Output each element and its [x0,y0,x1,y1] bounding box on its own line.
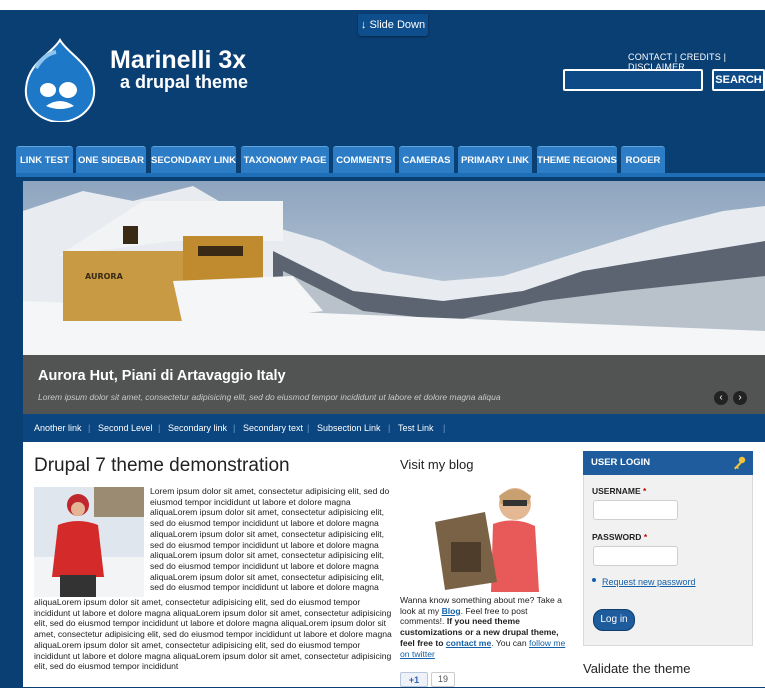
slide-down-button[interactable]: ↓ Slide Down [358,14,428,36]
blog-image [415,482,545,592]
secondary-nav: Another link | Second Level | Secondary … [23,414,765,442]
blog-block-text: Wanna know something about me? Take a lo… [400,595,568,659]
key-icon [734,456,746,470]
nav-tab-link-test[interactable]: LINK TEST [16,146,73,174]
subnav-separator: | [88,423,91,433]
top-link-contact[interactable]: CONTACT [628,52,672,62]
search-input[interactable] [563,69,703,91]
nav-tab-cameras[interactable]: CAMERAS [399,146,454,174]
login-button[interactable]: Log in [593,609,635,631]
user-login-header: USER LOGIN [583,451,753,475]
subnav-separator: | [307,423,310,433]
subnav-another-link[interactable]: Another link [34,423,82,433]
top-white-strip [0,0,765,10]
search-button[interactable]: SEARCH [712,69,765,91]
subnav-secondary-text[interactable]: Secondary text [243,423,303,433]
top-link-credits[interactable]: CREDITS [680,52,721,62]
plusone-count: 19 [431,672,455,687]
blog-link[interactable]: Blog [442,606,461,616]
hero-caption-text: Lorem ipsum dolor sit amet, consectetur … [38,392,501,402]
subnav-separator: | [233,423,236,433]
blog-block-title: Visit my blog [400,457,474,472]
subnav-separator: | [388,423,391,433]
password-field[interactable] [593,546,678,566]
subnav-secondary-link[interactable]: Secondary link [168,423,227,433]
blog-text-3: . You can [491,637,529,648]
hero-next-icon[interactable]: › [733,391,747,405]
hero-caption-bar [23,355,765,414]
hero-prev-icon[interactable]: ‹ [714,391,728,405]
subnav-test-link[interactable]: Test Link [398,423,434,433]
password-label: PASSWORD * [592,532,648,542]
plusone-button[interactable]: +1 [400,672,428,687]
subnav-separator: | [443,423,446,433]
nav-tab-comments[interactable]: COMMENTS [333,146,395,174]
nav-tab-roger[interactable]: ROGER [621,146,665,174]
nav-tab-taxonomy-page[interactable]: TAXONOMY PAGE [241,146,329,174]
username-label: USERNAME * [592,486,647,496]
request-password-link[interactable]: Request new password [602,577,696,587]
hero-caption-title: Aurora Hut, Piani di Artavaggio Italy [38,368,286,384]
nav-tab-theme-regions[interactable]: THEME REGIONS [537,146,617,174]
subnav-second-level[interactable]: Second Level [98,423,153,433]
nav-tab-secondary-link[interactable]: SECONDARY LINK [151,146,236,174]
nav-tab-one-sidebar[interactable]: ONE SIDEBAR [76,146,146,174]
site-name[interactable]: Marinelli 3x [110,46,246,75]
drupal-logo-icon[interactable] [22,38,98,122]
bullet-icon [592,578,596,582]
article-paragraph-2: aliquaLorem ipsum dolor sit amet, consec… [34,597,392,672]
validate-block-title: Validate the theme [583,661,691,676]
top-link-separator: | [723,52,727,62]
hut-sign-text: AURORA [85,272,124,281]
article-paragraph-1: Lorem ipsum dolor sit amet, consectetur … [150,486,390,593]
site-slogan: a drupal theme [120,72,249,92]
subnav-separator: | [158,423,161,433]
nav-underline [16,173,765,177]
nav-tab-primary-link[interactable]: PRIMARY LINK [458,146,532,174]
article-image [34,487,144,597]
subnav-subsection-link[interactable]: Subsection Link [317,423,381,433]
contact-me-link[interactable]: contact me [446,638,491,648]
username-field[interactable] [593,500,678,520]
page-title: Drupal 7 theme demonstration [34,455,290,476]
